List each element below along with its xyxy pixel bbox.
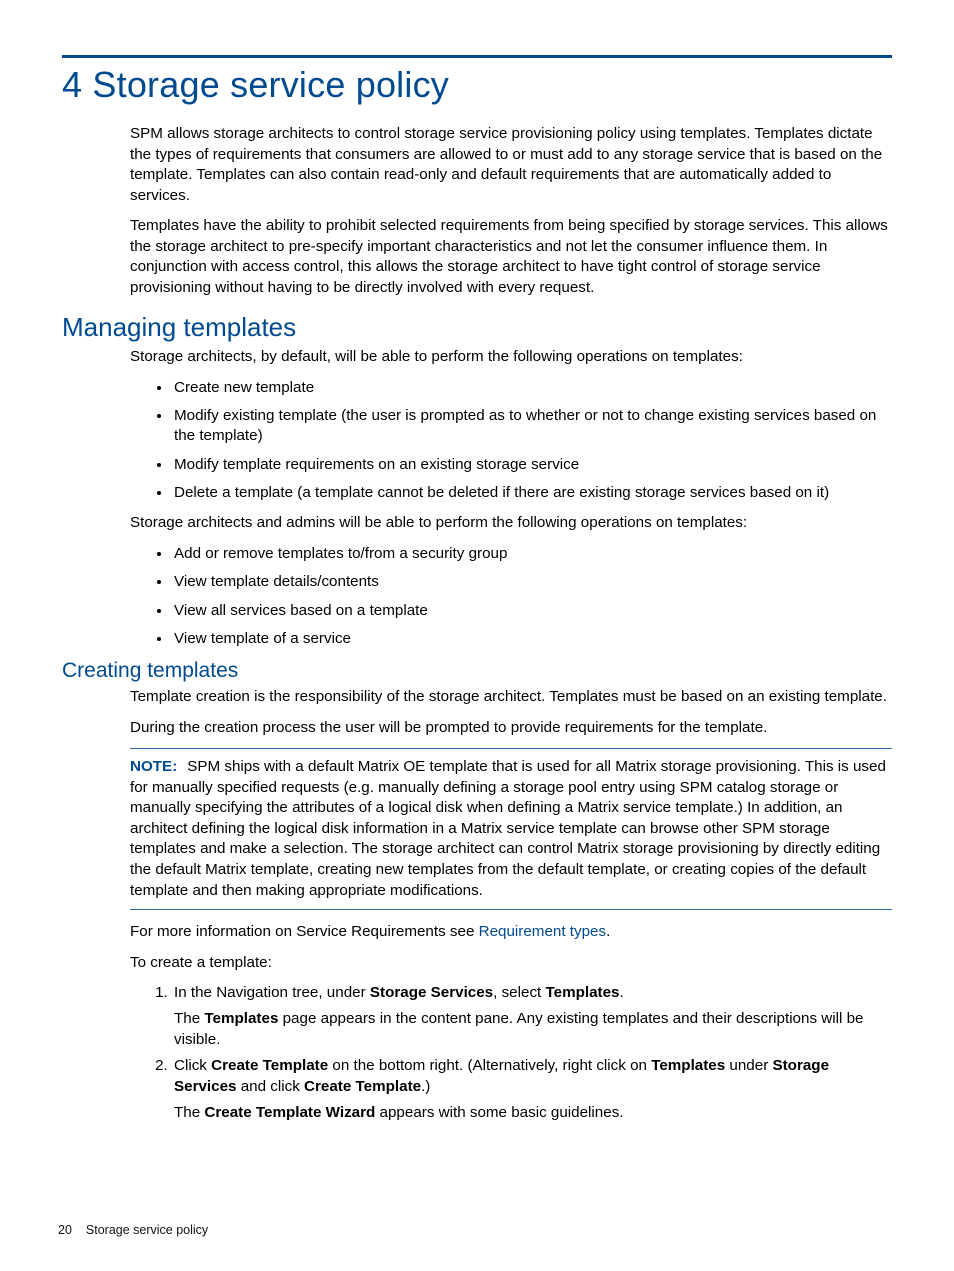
ui-label: Create Template [304,1078,421,1095]
ui-label: Templates [545,984,619,1001]
step-after: The Create Template Wizard appears with … [174,1103,892,1123]
managing-lead: Storage architects, by default, will be … [130,347,892,368]
list-item: Add or remove templates to/from a securi… [172,544,892,564]
document-page: 4 Storage service policy SPM allows stor… [0,0,954,1271]
more-info-pre: For more information on Service Requirem… [130,923,479,940]
ui-label: Templates [651,1057,725,1074]
step-text: . [619,984,623,1001]
footer-title: Storage service policy [86,1223,208,1237]
list-item: Modify template requirements on an exist… [172,455,892,475]
intro-paragraph: Templates have the ability to prohibit s… [130,216,892,298]
ui-label: Storage Services [370,984,493,1001]
chapter-title: 4 Storage service policy [62,64,892,106]
managing-ops-list-2: Add or remove templates to/from a securi… [130,544,892,649]
step-text: and click [237,1078,305,1095]
step-text: In the Navigation tree, under [174,984,370,1001]
managing-ops-list: Create new template Modify existing temp… [130,378,892,504]
list-item: Create new template [172,378,892,398]
section-heading-managing: Managing templates [62,312,892,343]
list-item: View all services based on a template [172,601,892,621]
ui-label: Create Template [211,1057,328,1074]
subsection-heading-creating: Creating templates [62,659,892,683]
step-text: .) [421,1078,430,1095]
step-text: appears with some basic guidelines. [375,1104,623,1121]
step-item: In the Navigation tree, under Storage Se… [172,983,892,1050]
create-steps: In the Navigation tree, under Storage Se… [130,983,892,1123]
step-text: The [174,1010,204,1027]
intro-block: SPM allows storage architects to control… [130,124,892,298]
create-lead: To create a template: [130,953,892,974]
intro-paragraph: SPM allows storage architects to control… [130,124,892,206]
note-body: SPM ships with a default Matrix OE templ… [130,758,886,898]
page-number: 20 [58,1223,72,1237]
creating-block: Template creation is the responsibility … [130,687,892,1123]
more-info-post: . [606,923,610,940]
step-text: under [725,1057,772,1074]
step-text: , select [493,984,545,1001]
list-item: View template of a service [172,629,892,649]
creating-paragraph: Template creation is the responsibility … [130,687,892,708]
list-item: View template details/contents [172,572,892,592]
note-block: NOTE:SPM ships with a default Matrix OE … [130,748,892,910]
list-item: Delete a template (a template cannot be … [172,483,892,503]
step-item: Click Create Template on the bottom righ… [172,1056,892,1123]
page-footer: 20 Storage service policy [58,1223,208,1237]
managing-block: Storage architects, by default, will be … [130,347,892,649]
managing-mid: Storage architects and admins will be ab… [130,513,892,534]
xref-requirement-types[interactable]: Requirement types [479,923,606,940]
step-text: Click [174,1057,211,1074]
more-info: For more information on Service Requirem… [130,922,892,943]
step-text: page appears in the content pane. Any ex… [174,1010,863,1047]
step-text: on the bottom right. (Alternatively, rig… [328,1057,651,1074]
list-item: Modify existing template (the user is pr… [172,406,892,447]
ui-label: Create Template Wizard [204,1104,375,1121]
creating-paragraph: During the creation process the user wil… [130,718,892,739]
step-text: The [174,1104,204,1121]
note-label: NOTE: [130,758,177,775]
step-after: The Templates page appears in the conten… [174,1009,892,1050]
header-rule [62,55,892,58]
ui-label: Templates [204,1010,278,1027]
